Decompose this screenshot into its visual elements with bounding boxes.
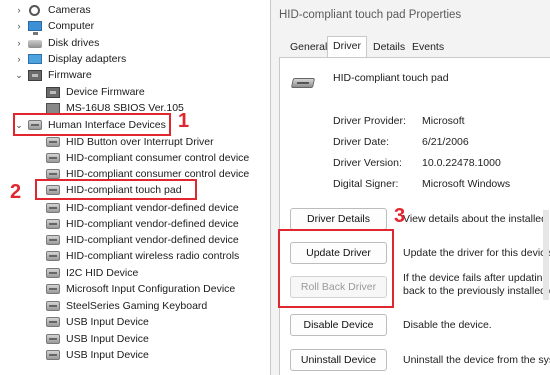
tree-item-usb-input-2[interactable]: USB Input Device	[46, 331, 149, 347]
tree-item-label: HID Button over Interrupt Driver	[66, 136, 214, 148]
tree-item-disk-drives[interactable]: › Disk drives	[14, 35, 100, 51]
hid-icon	[46, 350, 60, 360]
driver-details-button[interactable]: Driver Details	[290, 208, 387, 230]
tree-item-label: HID-compliant vendor-defined device	[66, 234, 239, 246]
highlight-box-hid-category	[13, 113, 171, 136]
hid-icon	[46, 219, 60, 229]
step-number-3: 3	[394, 205, 406, 227]
tree-item-computer[interactable]: › Computer	[14, 18, 95, 35]
driver-version-label: Driver Version:	[333, 157, 402, 169]
tree-item-label: HID-compliant vendor-defined device	[66, 218, 239, 230]
step-number-1: 1	[178, 110, 190, 132]
driver-version-value: 10.0.22478.1000	[422, 157, 501, 169]
tree-item-label: USB Input Device	[66, 349, 149, 361]
disable-device-description: Disable the device.	[403, 319, 492, 331]
tree-item-label: USB Input Device	[66, 333, 149, 345]
hid-icon	[46, 169, 60, 179]
tree-item-i2c-hid[interactable]: I2C HID Device	[46, 265, 138, 281]
update-driver-description: Update the driver for this device.	[403, 247, 550, 259]
firmware-icon	[46, 102, 60, 114]
roll-back-description: If the device fails after updating th	[403, 272, 550, 284]
driver-provider-label: Driver Provider:	[333, 115, 406, 127]
disable-device-button[interactable]: Disable Device	[290, 314, 387, 336]
chevron-right-icon[interactable]: ›	[14, 21, 24, 31]
touchpad-device-icon	[290, 78, 316, 88]
hid-icon	[46, 334, 60, 344]
highlight-box-touch-pad	[35, 179, 197, 200]
tab-details[interactable]: Details	[368, 38, 410, 57]
tree-item-hid-consumer-1[interactable]: HID-compliant consumer control device	[46, 150, 249, 166]
tree-item-label: HID-compliant wireless radio controls	[66, 250, 240, 262]
tree-item-label: Device Firmware	[66, 86, 145, 98]
driver-panel: HID-compliant touch pad Driver Provider:…	[279, 57, 550, 375]
tree-item-hid-vendor-3[interactable]: HID-compliant vendor-defined device	[46, 232, 239, 248]
hid-icon	[46, 317, 60, 327]
computer-icon	[28, 21, 42, 35]
driver-provider-value: Microsoft	[422, 115, 465, 127]
tree-item-label: I2C HID Device	[66, 267, 139, 279]
tree-item-label: Firmware	[48, 69, 92, 81]
disk-drive-icon	[28, 40, 42, 48]
driver-date-label: Driver Date:	[333, 136, 390, 148]
hid-icon	[46, 235, 60, 245]
hid-icon	[46, 268, 60, 278]
driver-date-value: 6/21/2006	[422, 136, 469, 148]
hid-icon	[46, 153, 60, 163]
device-name: HID-compliant touch pad	[333, 72, 449, 84]
tree-item-hid-wireless[interactable]: HID-compliant wireless radio controls	[46, 248, 239, 264]
tree-item-hid-vendor-1[interactable]: HID-compliant vendor-defined device	[46, 200, 239, 216]
driver-details-description: View details about the installed dr	[403, 213, 550, 225]
tree-item-cameras[interactable]: › Cameras	[14, 2, 91, 18]
tree-item-firmware[interactable]: ⌄ Firmware	[14, 67, 92, 83]
chevron-right-icon[interactable]: ›	[14, 54, 24, 64]
tree-item-label: HID-compliant consumer control device	[66, 152, 250, 164]
step-number-2: 2	[10, 181, 22, 203]
firmware-icon	[28, 69, 42, 81]
tree-item-label: SteelSeries Gaming Keyboard	[66, 300, 208, 312]
panel-scrollbar[interactable]	[543, 210, 549, 300]
highlight-box-update-driver	[278, 229, 394, 308]
tree-item-usb-input-1[interactable]: USB Input Device	[46, 314, 149, 330]
tab-general[interactable]: General	[285, 38, 332, 57]
chevron-down-icon[interactable]: ⌄	[14, 70, 24, 81]
hid-icon	[46, 284, 60, 294]
tree-item-steelseries[interactable]: SteelSeries Gaming Keyboard	[46, 298, 207, 314]
digital-signer-value: Microsoft Windows	[422, 178, 511, 190]
hid-icon	[46, 203, 60, 213]
tree-item-usb-input-3[interactable]: USB Input Device	[46, 347, 149, 363]
roll-back-description-line-2: back to the previously installed dri	[403, 285, 550, 297]
camera-icon	[29, 4, 40, 16]
tree-item-device-firmware[interactable]: Device Firmware	[46, 84, 145, 100]
chevron-right-icon[interactable]: ›	[14, 38, 24, 48]
tree-item-ms-input-config[interactable]: Microsoft Input Configuration Device	[46, 281, 235, 297]
hid-icon	[46, 137, 60, 147]
tree-item-label: Microsoft Input Configuration Device	[66, 283, 236, 295]
tab-driver[interactable]: Driver	[327, 36, 367, 57]
tree-item-hid-vendor-2[interactable]: HID-compliant vendor-defined device	[46, 216, 239, 232]
properties-dialog: HID-compliant touch pad Properties Gener…	[270, 0, 550, 375]
display-adapter-icon	[28, 54, 42, 64]
hid-icon	[46, 251, 60, 261]
uninstall-device-description: Uninstall the device from the syste	[403, 354, 550, 366]
tree-item-display-adapters[interactable]: › Display adapters	[14, 51, 127, 67]
firmware-icon	[46, 86, 60, 98]
digital-signer-label: Digital Signer:	[333, 178, 399, 190]
dialog-title: HID-compliant touch pad Properties	[279, 9, 462, 21]
tree-item-label: Disk drives	[48, 37, 100, 49]
tab-events[interactable]: Events	[407, 38, 449, 57]
tree-item-hid-button[interactable]: HID Button over Interrupt Driver	[46, 134, 214, 150]
tree-item-label: Display adapters	[48, 53, 127, 65]
chevron-right-icon[interactable]: ›	[14, 5, 24, 15]
tree-item-label: Cameras	[48, 4, 91, 16]
tree-item-label: Computer	[48, 20, 95, 32]
uninstall-device-button[interactable]: Uninstall Device	[290, 349, 387, 371]
hid-icon	[46, 301, 60, 311]
tree-item-label: HID-compliant vendor-defined device	[66, 202, 239, 214]
tree-item-label: USB Input Device	[66, 316, 149, 328]
